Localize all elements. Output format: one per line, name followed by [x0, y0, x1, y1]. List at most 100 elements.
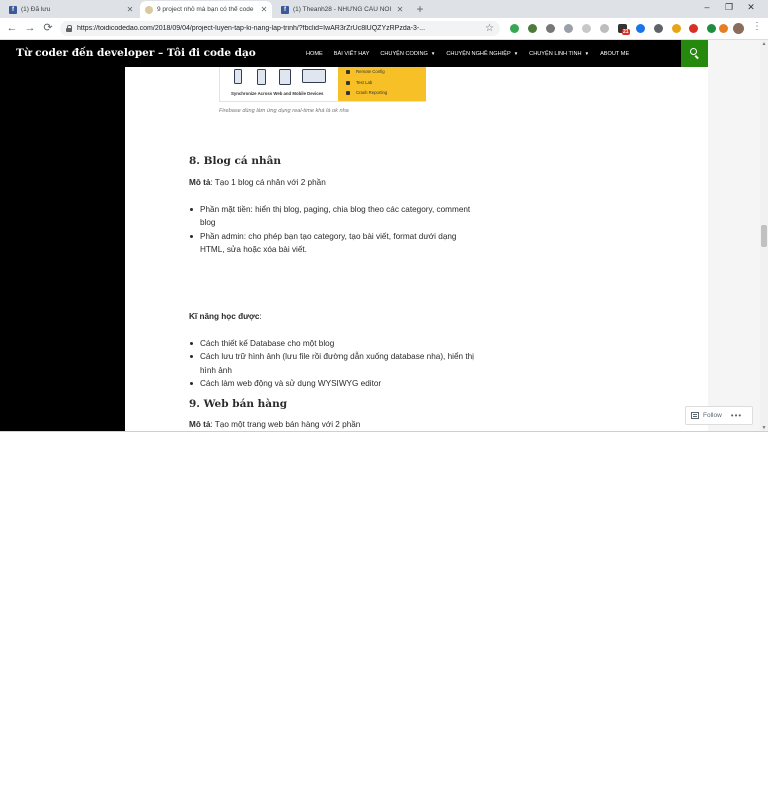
scroll-up-arrow-icon[interactable]: ▲: [760, 40, 768, 48]
tab-title: (1) Đã lưu: [21, 6, 51, 13]
follow-label: Follow: [703, 412, 722, 419]
feature-label: Crash Reporting: [356, 90, 388, 95]
forward-button[interactable]: →: [23, 21, 37, 35]
close-tab-icon[interactable]: ✕: [125, 5, 135, 14]
feature-item: Test Lab: [346, 80, 372, 85]
address-bar[interactable]: https://toidicodedao.com/2018/09/04/proj…: [60, 21, 500, 36]
list-item: Cách lưu trữ hình ảnh (lưu file rồi đườn…: [189, 350, 479, 377]
section-description: Mô tả: Tạo một trang web bán hàng với 2 …: [189, 420, 360, 429]
nav-label: CHUYỆN LINH TINH: [529, 50, 582, 57]
site-search-button[interactable]: [681, 40, 708, 67]
caret-down-icon: ▼: [584, 51, 590, 56]
back-button[interactable]: ←: [5, 21, 19, 35]
profile-avatar[interactable]: [733, 23, 744, 34]
site-icon: [145, 5, 153, 14]
monitor-icon: [302, 69, 326, 83]
skills-label: Kĩ năng học được: [189, 312, 260, 321]
firebase-figure: Synchronize Across Web and Mobile Device…: [219, 67, 426, 102]
feature-label: Remote Config: [356, 69, 385, 74]
close-tab-icon[interactable]: ✕: [395, 5, 405, 14]
extension-icon[interactable]: [528, 24, 537, 33]
figure-inner-caption: Synchronize Across Web and Mobile Device…: [231, 91, 324, 96]
phone-icon: [257, 69, 266, 85]
extension-icon[interactable]: [600, 24, 609, 33]
figure-caption: Firebase dùng làm ứng dụng real-time khá…: [219, 108, 349, 114]
tab-theanh28[interactable]: f (1) Theanh28 - NHỮNG CÂU NÓI ✕: [276, 1, 408, 18]
left-sidebar: [0, 40, 125, 431]
caret-down-icon: ▼: [430, 51, 436, 56]
bookmark-star-icon[interactable]: ☆: [485, 23, 494, 34]
nav-label: CHUYỆN NGHỀ NGHIỆP: [446, 50, 511, 57]
nav-label: ABOUT ME: [600, 50, 630, 57]
url-text: https://toidicodedao.com/2018/09/04/proj…: [77, 25, 426, 32]
figure-devices-panel: Synchronize Across Web and Mobile Device…: [220, 67, 338, 101]
reload-button[interactable]: ⟳: [41, 21, 55, 35]
nav-label: HOME: [306, 50, 323, 57]
tablet-icon: [279, 69, 291, 85]
more-options-icon[interactable]: •••: [731, 411, 742, 420]
nav-home[interactable]: HOME: [306, 51, 323, 57]
list-item: Cách làm web động và sử dụng WYSIWYG edi…: [189, 377, 479, 390]
follow-icon: [691, 412, 699, 419]
extension-icon[interactable]: [564, 24, 573, 33]
page-viewport: Từ coder đến developer – Tôi đi code dạo…: [0, 40, 760, 431]
nav-label: CHUYỆN CODING: [380, 50, 428, 57]
extension-icon[interactable]: [546, 24, 555, 33]
page-scrollbar[interactable]: ▲ ▼: [760, 40, 768, 431]
follow-button[interactable]: Follow •••: [685, 406, 753, 425]
description-text: : Tạo 1 blog cá nhân với 2 phần: [210, 178, 326, 187]
scroll-down-arrow-icon[interactable]: ▼: [760, 424, 768, 431]
extension-icon[interactable]: [636, 24, 645, 33]
description-text: : Tạo một trang web bán hàng với 2 phần: [210, 420, 361, 429]
tab-title: 9 project nhỏ mà bạn có thể code: [157, 6, 254, 13]
facebook-icon: f: [9, 5, 17, 14]
blog-skills-list: Cách thiết kế Database cho một blog Cách…: [189, 337, 479, 391]
test-lab-icon: [346, 80, 350, 85]
article-content: Synchronize Across Web and Mobile Device…: [125, 67, 708, 431]
extension-icon[interactable]: [719, 24, 728, 33]
skills-colon: :: [259, 312, 262, 321]
browser-toolbar: ← → ⟳ https://toidicodedao.com/2018/09/0…: [0, 18, 768, 40]
feature-item: Crash Reporting: [346, 90, 387, 95]
nav-coding[interactable]: CHUYỆN CODING ▼: [380, 51, 435, 57]
site-nav: HOME BÀI VIẾT HAY CHUYỆN CODING ▼ CHUYỆN …: [306, 40, 640, 67]
minimize-button[interactable]: –: [700, 2, 714, 12]
figure-features-panel: Remote Config Test Lab Crash Reporting: [338, 67, 426, 101]
new-tab-button[interactable]: +: [414, 2, 426, 16]
browser-window: f (1) Đã lưu ✕ 9 project nhỏ mà bạn có t…: [0, 0, 768, 432]
browser-menu-icon[interactable]: ⋮: [752, 21, 762, 32]
search-icon-handle: [694, 55, 699, 59]
close-tab-icon[interactable]: ✕: [259, 5, 269, 14]
nav-label: BÀI VIẾT HAY: [333, 50, 370, 57]
caret-down-icon: ▼: [513, 51, 519, 56]
tab-saved[interactable]: f (1) Đã lưu ✕: [4, 1, 138, 18]
feature-label: Test Lab: [356, 80, 373, 85]
search-icon: [690, 48, 697, 55]
extension-badge: 21: [622, 29, 630, 35]
list-item: Phần mặt tiền: hiển thị blog, paging, ch…: [189, 203, 479, 230]
lock-icon: [66, 25, 73, 32]
nav-misc[interactable]: CHUYỆN LINH TINH ▼: [529, 51, 589, 57]
extension-icon[interactable]: [707, 24, 716, 33]
scrollbar-thumb[interactable]: [761, 225, 767, 247]
description-label: Mô tả: [189, 420, 211, 429]
site-header: Từ coder đến developer – Tôi đi code dạo…: [0, 40, 708, 67]
remote-config-icon: [346, 69, 350, 74]
close-window-button[interactable]: ✕: [744, 2, 758, 13]
extension-icon[interactable]: [654, 24, 663, 33]
extension-icon[interactable]: [510, 24, 519, 33]
extension-icon[interactable]: [689, 24, 698, 33]
skills-heading: Kĩ năng học được:: [189, 312, 262, 321]
facebook-icon: f: [281, 5, 289, 14]
nav-career[interactable]: CHUYỆN NGHỀ NGHIỆP ▼: [446, 51, 518, 57]
blog-parts-list: Phần mặt tiền: hiển thị blog, paging, ch…: [189, 203, 479, 257]
extension-icon[interactable]: [582, 24, 591, 33]
nav-best-posts[interactable]: BÀI VIẾT HAY: [334, 51, 370, 57]
site-title[interactable]: Từ coder đến developer – Tôi đi code dạo: [16, 47, 256, 59]
nav-about[interactable]: ABOUT ME: [600, 51, 629, 57]
tab-article[interactable]: 9 project nhỏ mà bạn có thể code ✕: [140, 1, 272, 18]
extension-icon[interactable]: [672, 24, 681, 33]
maximize-button[interactable]: ❐: [722, 2, 736, 13]
tab-title: (1) Theanh28 - NHỮNG CÂU NÓI: [293, 6, 392, 13]
feature-item: Remote Config: [346, 69, 385, 74]
